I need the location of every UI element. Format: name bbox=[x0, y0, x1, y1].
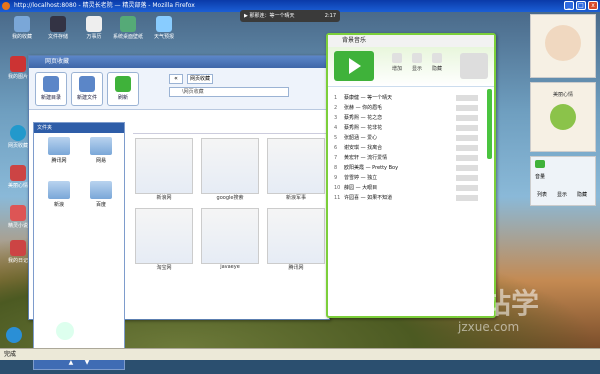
folder-item[interactable]: 腾讯网 bbox=[42, 137, 76, 164]
avatar bbox=[545, 25, 581, 61]
folder-item[interactable]: 百度 bbox=[84, 181, 118, 208]
desktop-icon-storage[interactable]: 文件存储 bbox=[40, 16, 76, 40]
back-button[interactable]: « bbox=[169, 74, 183, 84]
folder-item[interactable]: 新浪 bbox=[42, 181, 76, 208]
folder-icon bbox=[90, 181, 112, 199]
mood-label: 美丽心情 bbox=[552, 92, 573, 98]
thumbnail-item[interactable]: 腾讯网 bbox=[267, 208, 325, 271]
close-button[interactable]: x bbox=[588, 1, 598, 10]
volume-label: 音量 bbox=[535, 174, 546, 180]
music-window: 背景音乐 增加 显示 隐藏 1 蔡康健 — 等一个晴天 2 张赫 — 你的眉毛 3蔡… bbox=[326, 33, 496, 318]
folder-panel-title: 文件夹 bbox=[34, 123, 124, 133]
mood-widget: 美丽心情 bbox=[530, 82, 596, 152]
watermark-url: jzxue.com bbox=[458, 320, 520, 334]
collection-window: 网页收藏 新建目录 新建文件 刷新 « 网页收藏 \网页收藏 文件夹 腾讯网 网… bbox=[28, 55, 330, 370]
thumbnail-item[interactable]: 淘宝网 bbox=[135, 208, 193, 271]
collection-toolbar: 新建目录 新建文件 刷新 « 网页收藏 \网页收藏 bbox=[29, 68, 329, 110]
folder-item[interactable]: 网易 bbox=[84, 137, 118, 164]
song-scrollbar[interactable] bbox=[487, 89, 492, 159]
show-button[interactable]: 显示 bbox=[408, 53, 426, 72]
maximize-button[interactable]: □ bbox=[576, 1, 586, 10]
song-item[interactable]: 5 张韶涵 — 爱心 bbox=[334, 133, 492, 143]
mini-player: ▶ 那那连：等一个晴天 2:17 bbox=[240, 10, 340, 22]
address-bar: « 网页收藏 \网页收藏 bbox=[169, 74, 289, 102]
folder-icon bbox=[48, 137, 70, 155]
firefox-icon bbox=[2, 2, 10, 10]
address-crumb[interactable]: 网页收藏 bbox=[187, 74, 214, 84]
watermark: 建站学 bbox=[455, 287, 540, 320]
song-item[interactable]: 4 蔡秀熙 — 花非花 bbox=[334, 123, 492, 133]
music-window-title: 背景音乐 bbox=[328, 35, 494, 47]
thumbnail-grid: 新浪网 google搜索 新浪军事 淘宝网 javaeye 腾讯网 bbox=[133, 124, 329, 374]
minimize-button[interactable]: _ bbox=[564, 1, 574, 10]
song-item[interactable]: 9 曾雪婷 — 独立 bbox=[334, 173, 492, 183]
song-item[interactable]: 3 蔡秀熙 — 花之恋 bbox=[334, 113, 492, 123]
song-item[interactable]: 7 黄宏轩 — 流行爱情 bbox=[334, 153, 492, 163]
folder-icon bbox=[90, 137, 112, 155]
new-folder-button[interactable]: 新建目录 bbox=[35, 72, 67, 106]
thumbnail-item[interactable]: 新浪军事 bbox=[267, 138, 325, 201]
ie-icon[interactable] bbox=[56, 322, 74, 340]
desktop-icon-calendar[interactable]: 万事历 bbox=[76, 16, 112, 40]
song-item[interactable]: 10 薛园 — 大眼目 bbox=[334, 183, 492, 193]
mini-player-time: 2:17 bbox=[324, 13, 336, 19]
pause-button[interactable] bbox=[460, 53, 488, 79]
music-controls: 增加 显示 隐藏 bbox=[328, 47, 494, 87]
song-item[interactable]: 2 张赫 — 你的眉毛 bbox=[334, 103, 492, 113]
mood-icon[interactable] bbox=[550, 104, 576, 130]
add-button[interactable]: 增加 bbox=[388, 53, 406, 72]
status-bar: 完成 bbox=[0, 348, 600, 360]
mini-player-track: 那那连：等一个晴天 bbox=[249, 13, 295, 19]
status-text: 完成 bbox=[4, 351, 17, 358]
view-toolbar[interactable] bbox=[133, 124, 329, 134]
show-side-button[interactable]: 显示 bbox=[557, 191, 567, 198]
show-icon bbox=[412, 53, 422, 63]
desktop-icon-wallpaper[interactable]: 系统桌面壁纸 bbox=[110, 16, 146, 40]
song-item[interactable]: 11 许园喜 — 如果不知道 bbox=[334, 193, 492, 203]
add-icon bbox=[392, 53, 402, 63]
song-item[interactable]: 1 蔡康健 — 等一个晴天 bbox=[334, 93, 492, 103]
thumbnail-item[interactable]: javaeye bbox=[201, 208, 259, 270]
avatar-widget bbox=[530, 14, 596, 78]
song-item[interactable]: 8 欧阳美霞 — Pretty Boy bbox=[334, 163, 492, 173]
song-item[interactable]: 6 谢安琪 — 找离合 bbox=[334, 143, 492, 153]
new-file-button[interactable]: 新建文件 bbox=[71, 72, 103, 106]
desktop-icon-favorites[interactable]: 我的收藏 bbox=[4, 16, 40, 40]
list-button[interactable]: 列表 bbox=[537, 191, 547, 198]
hide-side-button[interactable]: 隐藏 bbox=[577, 191, 587, 198]
taskbar-icon[interactable] bbox=[6, 327, 22, 343]
side-player: 音量 列表 显示 隐藏 bbox=[530, 156, 596, 206]
address-input[interactable]: \网页收藏 bbox=[169, 87, 289, 97]
folder-icon bbox=[48, 181, 70, 199]
side-play-button[interactable] bbox=[535, 160, 545, 168]
collection-window-title: 网页收藏 bbox=[29, 56, 329, 68]
browser-title: http://localhost:8080 - 精灵长老院 — 精灵部落 - M… bbox=[14, 2, 195, 9]
play-button[interactable] bbox=[334, 51, 374, 81]
desktop-icon-weather[interactable]: 天气预报 bbox=[146, 16, 182, 40]
thumbnail-item[interactable]: 新浪网 bbox=[135, 138, 193, 201]
hide-button[interactable]: 隐藏 bbox=[428, 53, 446, 72]
folder-panel: 文件夹 腾讯网 网易 新浪 百度 ▲ ▼ bbox=[33, 122, 125, 370]
hide-icon bbox=[432, 53, 442, 63]
refresh-button[interactable]: 刷新 bbox=[107, 72, 139, 106]
thumbnail-item[interactable]: google搜索 bbox=[201, 138, 259, 201]
play-icon[interactable]: ▶ bbox=[244, 13, 248, 19]
